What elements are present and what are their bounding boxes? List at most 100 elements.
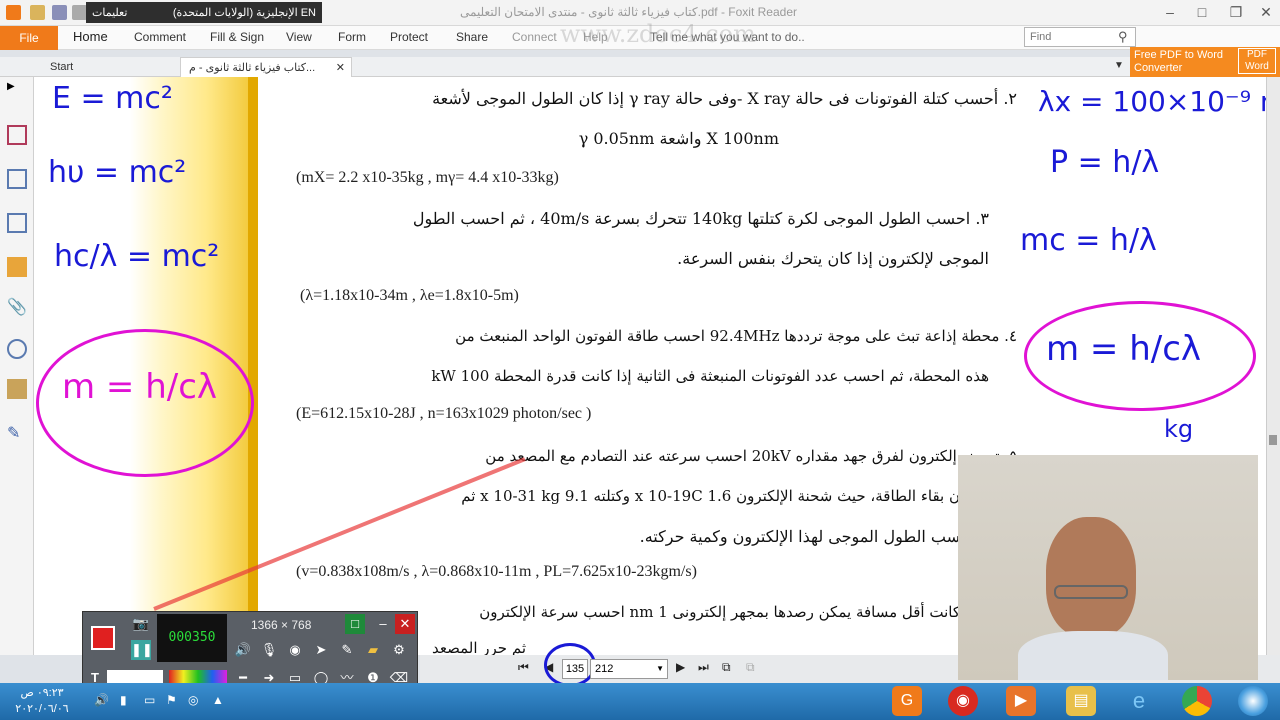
navigation-panel: ▶ 📎 ✎ bbox=[0, 77, 34, 655]
print-icon[interactable] bbox=[72, 5, 87, 20]
window-title: كتاب فيزياء ثالثة ثانوى - منتدى الامتحان… bbox=[460, 5, 797, 19]
maximize-button[interactable]: □ bbox=[1188, 3, 1216, 21]
network-icon[interactable]: ▮ bbox=[120, 693, 127, 707]
continuous-layout-icon[interactable]: ⧉ bbox=[746, 660, 755, 675]
page-total-label: 212 bbox=[595, 663, 614, 675]
tab-list-icon[interactable]: ▼ bbox=[1114, 60, 1124, 71]
save-icon[interactable] bbox=[52, 5, 67, 20]
clock[interactable]: ٠٩:٢٣ ص ٢٠٢٠/٠٦/٠٦ bbox=[2, 685, 82, 717]
search-icon[interactable]: ⚲ bbox=[1118, 29, 1128, 45]
volume-icon[interactable]: 🔊 bbox=[94, 693, 109, 707]
record-button[interactable] bbox=[91, 626, 115, 650]
minimize-button[interactable]: – bbox=[1156, 3, 1184, 21]
ink-left-4: m = h/cλ bbox=[62, 367, 218, 407]
expand-panel-icon[interactable]: ▶ bbox=[7, 81, 27, 101]
explorer-icon[interactable]: ▤ bbox=[1066, 686, 1096, 716]
internet-explorer-icon[interactable]: e bbox=[1124, 686, 1154, 716]
tab-document[interactable]: كتاب فيزياء ثالثة ثانوى - م... ✕ bbox=[180, 57, 352, 77]
language-bar[interactable]: EN الإنجليزية (الولايات المتحدة) تعليمات bbox=[86, 2, 322, 23]
presenter-face bbox=[1046, 517, 1136, 637]
close-button[interactable]: ✕ bbox=[1252, 3, 1280, 21]
recorder-minimize-button[interactable]: – bbox=[373, 614, 393, 634]
tab-home[interactable]: Home bbox=[73, 26, 108, 50]
presenter-glasses bbox=[1054, 585, 1128, 599]
app-icon bbox=[6, 5, 21, 20]
battery-icon[interactable]: ▭ bbox=[144, 693, 155, 707]
flag-icon[interactable]: ⚑ bbox=[166, 693, 177, 707]
close-tab-icon[interactable]: ✕ bbox=[336, 58, 345, 78]
tools-icon[interactable]: ✎ bbox=[7, 423, 27, 443]
layers-icon[interactable] bbox=[7, 169, 27, 189]
tab-start[interactable]: Start bbox=[42, 57, 81, 77]
open-icon[interactable] bbox=[30, 5, 45, 20]
page-layout-icon[interactable]: ⧉ bbox=[722, 660, 731, 675]
last-page-button[interactable]: ⏭ bbox=[698, 660, 709, 675]
settings-icon[interactable]: ⚙ bbox=[389, 640, 409, 660]
first-page-button[interactable]: ⏮ bbox=[518, 660, 529, 675]
show-hidden-icons[interactable]: ▲ bbox=[212, 693, 224, 707]
tab-document-label: كتاب فيزياء ثالثة ثانوى - م... bbox=[189, 62, 316, 74]
webcam-overlay bbox=[958, 455, 1258, 680]
ink-right-5: kg bbox=[1164, 415, 1194, 443]
tab-comment[interactable]: Comment bbox=[134, 26, 186, 50]
q5-line1: ٥. تعرض إلكترون لفرق جهد مقداره 20kV احس… bbox=[485, 447, 1017, 465]
q4-line2: هذه المحطة، ثم احسب عدد الفوتونات المنبع… bbox=[431, 367, 989, 385]
ink-left-1: E = mc² bbox=[52, 81, 173, 116]
ink-right-3: mc = h/λ bbox=[1020, 223, 1157, 258]
tray-app-icon[interactable]: ◎ bbox=[188, 693, 198, 707]
tab-fill-sign[interactable]: Fill & Sign bbox=[210, 26, 264, 50]
audio-icon[interactable]: 🔊 bbox=[233, 640, 253, 660]
bookmarks-icon[interactable] bbox=[7, 213, 27, 233]
ink-left-3: hc/λ = mc² bbox=[54, 239, 220, 274]
document-tab-strip: Start كتاب فيزياء ثالثة ثانوى - م... ✕ ▼ bbox=[0, 57, 1280, 77]
promo-converter-button[interactable]: Free PDF to Word Converter PDF Word bbox=[1130, 47, 1280, 77]
recorder-taskbar-icon[interactable]: ◉ bbox=[948, 686, 978, 716]
webcam-icon[interactable]: ◉ bbox=[285, 640, 305, 660]
clock-date: ٢٠٢٠/٠٦/٠٦ bbox=[15, 703, 69, 715]
signature-icon[interactable] bbox=[7, 339, 27, 359]
file-menu[interactable]: File bbox=[0, 26, 58, 50]
pages-icon[interactable] bbox=[7, 125, 27, 145]
tab-view[interactable]: View bbox=[286, 26, 312, 50]
vertical-scrollbar[interactable] bbox=[1266, 77, 1280, 655]
pen-icon[interactable]: ✎ bbox=[337, 640, 357, 660]
tab-connect[interactable]: Connect bbox=[512, 26, 557, 50]
lock-icon[interactable] bbox=[7, 379, 27, 399]
q3-line2: الموجى لإلكترون إذا كان يتحرك بنفس السرع… bbox=[677, 249, 989, 268]
taskbar: ٠٩:٢٣ ص ٢٠٢٠/٠٦/٠٦ 🔊 ▮ ▭ ⚑ ◎ ▲ G ◉ ▶ ▤ e bbox=[0, 683, 1280, 720]
camera-icon[interactable]: 📷 bbox=[131, 614, 151, 634]
q6-line2: ثم حرر المصعد bbox=[431, 639, 526, 655]
cursor-icon[interactable]: ➤ bbox=[311, 640, 331, 660]
microphone-icon[interactable]: 🎙 bbox=[259, 640, 279, 660]
recorder-close-button[interactable]: ✕ bbox=[395, 614, 415, 634]
folder-icon[interactable]: ▰ bbox=[363, 640, 383, 660]
tab-form[interactable]: Form bbox=[338, 26, 366, 50]
foxit-taskbar-icon[interactable]: G bbox=[892, 686, 922, 716]
watermark: www.zdoc4.com bbox=[560, 20, 756, 48]
next-page-button[interactable]: ▶ bbox=[676, 660, 685, 674]
ink-right-1: λx = 100×10⁻⁹ m bbox=[1038, 85, 1266, 118]
language-label[interactable]: EN الإنجليزية (الولايات المتحدة) bbox=[173, 6, 316, 19]
tab-protect[interactable]: Protect bbox=[390, 26, 428, 50]
q3-line1: ٣. احسب الطول الموجى لكرة كتلتها 140kg ت… bbox=[412, 209, 989, 228]
pause-button[interactable]: ❚❚ bbox=[131, 640, 153, 660]
comments-icon[interactable] bbox=[7, 257, 27, 277]
q2-line1: ٢. أحسب كتلة الفوتونات فى حالة X ray -وف… bbox=[432, 89, 1017, 108]
q4-answer: (E=612.15x10-28J , n=163x1029 photon/sec… bbox=[296, 405, 592, 422]
scrollbar-thumb[interactable] bbox=[1269, 435, 1277, 445]
fullscreen-capture-button[interactable]: □ bbox=[345, 614, 365, 634]
page-dropdown-icon[interactable]: ▼ bbox=[656, 660, 664, 678]
media-player-icon[interactable]: ▶ bbox=[1006, 686, 1036, 716]
page-total[interactable]: 212 ▼ bbox=[590, 659, 668, 679]
badge-word: Word bbox=[1245, 61, 1269, 72]
restore-button[interactable]: ❐ bbox=[1222, 3, 1250, 21]
q2-answer: (mX= 2.2 x10-35kg , mγ= 4.4 x10-33kg) bbox=[296, 169, 559, 186]
screen-recorder-toolbar: 📷 ❚❚ 000350 1366 × 768 □ – ✕ 🔊 🎙 ◉ ➤ ✎ ▰… bbox=[82, 611, 418, 691]
tab-share[interactable]: Share bbox=[456, 26, 488, 50]
language-help[interactable]: تعليمات bbox=[92, 6, 127, 19]
ink-right-4: m = h/cλ bbox=[1046, 329, 1202, 369]
start-button[interactable] bbox=[1238, 686, 1268, 716]
q2-line2: X 100nm واشعة γ 0.05nm bbox=[578, 129, 779, 148]
attachment-icon[interactable]: 📎 bbox=[7, 297, 27, 317]
chrome-icon[interactable] bbox=[1182, 686, 1212, 716]
